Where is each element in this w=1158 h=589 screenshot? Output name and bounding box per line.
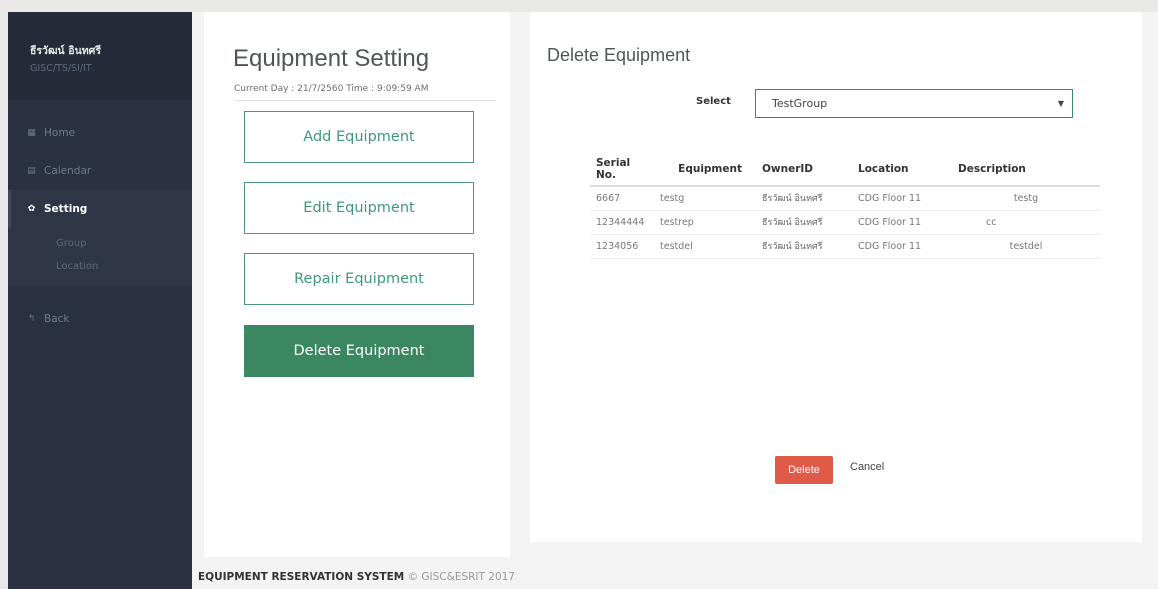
user-name: ธีรวัฒน์ อินทศรี [30, 45, 101, 57]
delete-button[interactable]: Delete [775, 456, 833, 484]
settings-panel: Equipment Setting Current Day : 21/7/256… [204, 12, 510, 557]
sidebar-item-back[interactable]: ↰ Back [8, 300, 192, 338]
app-frame: ธีรวัฒน์ อินทศรี GISC/TS/SI/IT ▦ Home ▤ … [8, 12, 1158, 589]
cell-description: cc [952, 210, 1100, 235]
page-title: Equipment Setting [233, 45, 430, 72]
sidebar-subitem-group[interactable]: Group [8, 232, 192, 255]
cell-location: CDG Floor 11 [852, 186, 952, 211]
cell-owner: ธีรวัฒน์ อินทศรี [748, 234, 852, 259]
footer: EQUIPMENT RESERVATION SYSTEM © GISC&ESRI… [198, 571, 515, 583]
cell-equipment: testrep [654, 210, 748, 235]
cell-location: CDG Floor 11 [852, 210, 952, 235]
table-row[interactable]: 1234056 testdel ธีรวัฒน์ อินทศรี CDG Flo… [590, 234, 1100, 259]
footer-system-name: EQUIPMENT RESERVATION SYSTEM [198, 571, 405, 583]
repair-equipment-button[interactable]: Repair Equipment [244, 253, 474, 305]
sidebar-item-label: Calendar [44, 165, 92, 177]
setting-submenu: Group Location [8, 228, 192, 286]
add-equipment-button[interactable]: Add Equipment [244, 111, 474, 163]
footer-copyright: © GISC&ESRIT 2017 [407, 571, 515, 583]
chevron-down-icon: ▼ [1057, 99, 1064, 108]
header-serial: Serial No. [590, 152, 654, 187]
reply-icon: ↰ [27, 314, 36, 324]
sidebar-item-label: Home [44, 127, 76, 139]
sidebar-item-home[interactable]: ▦ Home [8, 114, 192, 152]
table-row[interactable]: 12344444 testrep ธีรวัฒน์ อินทศรี CDG Fl… [590, 210, 1100, 235]
header-owner: OwnerID [748, 152, 852, 187]
equipment-table: Serial No. Equipment OwnerID Location De… [590, 152, 1100, 259]
gear-icon: ✿ [27, 204, 36, 214]
user-org: GISC/TS/SI/IT [30, 63, 92, 74]
table-row[interactable]: 6667 testg ธีรวัฒน์ อินทศรี CDG Floor 11… [590, 186, 1100, 211]
header-location: Location [852, 152, 952, 187]
sidebar-subitem-location[interactable]: Location [8, 255, 192, 278]
cell-serial: 6667 [590, 186, 654, 211]
edit-equipment-button[interactable]: Edit Equipment [244, 182, 474, 234]
header-description: Description [952, 152, 1100, 187]
cell-owner: ธีรวัฒน์ อินทศรี [748, 186, 852, 211]
select-label: Select [696, 96, 731, 107]
calendar-icon: ▤ [27, 166, 36, 176]
cell-description: testdel [952, 234, 1100, 259]
cancel-button[interactable]: Cancel [850, 461, 884, 473]
cell-serial: 1234056 [590, 234, 654, 259]
cell-location: CDG Floor 11 [852, 234, 952, 259]
table-header-row: Serial No. Equipment OwnerID Location De… [590, 152, 1100, 187]
delete-equipment-button[interactable]: Delete Equipment [244, 325, 474, 377]
delete-equipment-panel: Delete Equipment Select TestGroup ▼ Seri… [530, 12, 1142, 542]
sidebar-item-setting[interactable]: ✿ Setting [8, 190, 192, 228]
current-datetime: Current Day : 21/7/2560 Time : 9:09:59 A… [234, 84, 496, 101]
cell-owner: ธีรวัฒน์ อินทศรี [748, 210, 852, 235]
cell-equipment: testdel [654, 234, 748, 259]
section-title: Delete Equipment [547, 45, 691, 65]
header-equipment: Equipment [654, 152, 748, 187]
sidebar-item-calendar[interactable]: ▤ Calendar [8, 152, 192, 190]
sidebar-item-label: Back [44, 313, 70, 325]
user-block: ธีรวัฒน์ อินทศรี GISC/TS/SI/IT [8, 12, 192, 100]
cell-serial: 12344444 [590, 210, 654, 235]
grid-icon: ▦ [27, 128, 36, 138]
sidebar-item-label: Setting [44, 203, 88, 215]
sidebar: ธีรวัฒน์ อินทศรี GISC/TS/SI/IT ▦ Home ▤ … [8, 12, 192, 589]
select-value: TestGroup [772, 97, 828, 110]
cell-description: testg [952, 186, 1100, 211]
group-select[interactable]: TestGroup ▼ [755, 89, 1073, 118]
cell-equipment: testg [654, 186, 748, 211]
